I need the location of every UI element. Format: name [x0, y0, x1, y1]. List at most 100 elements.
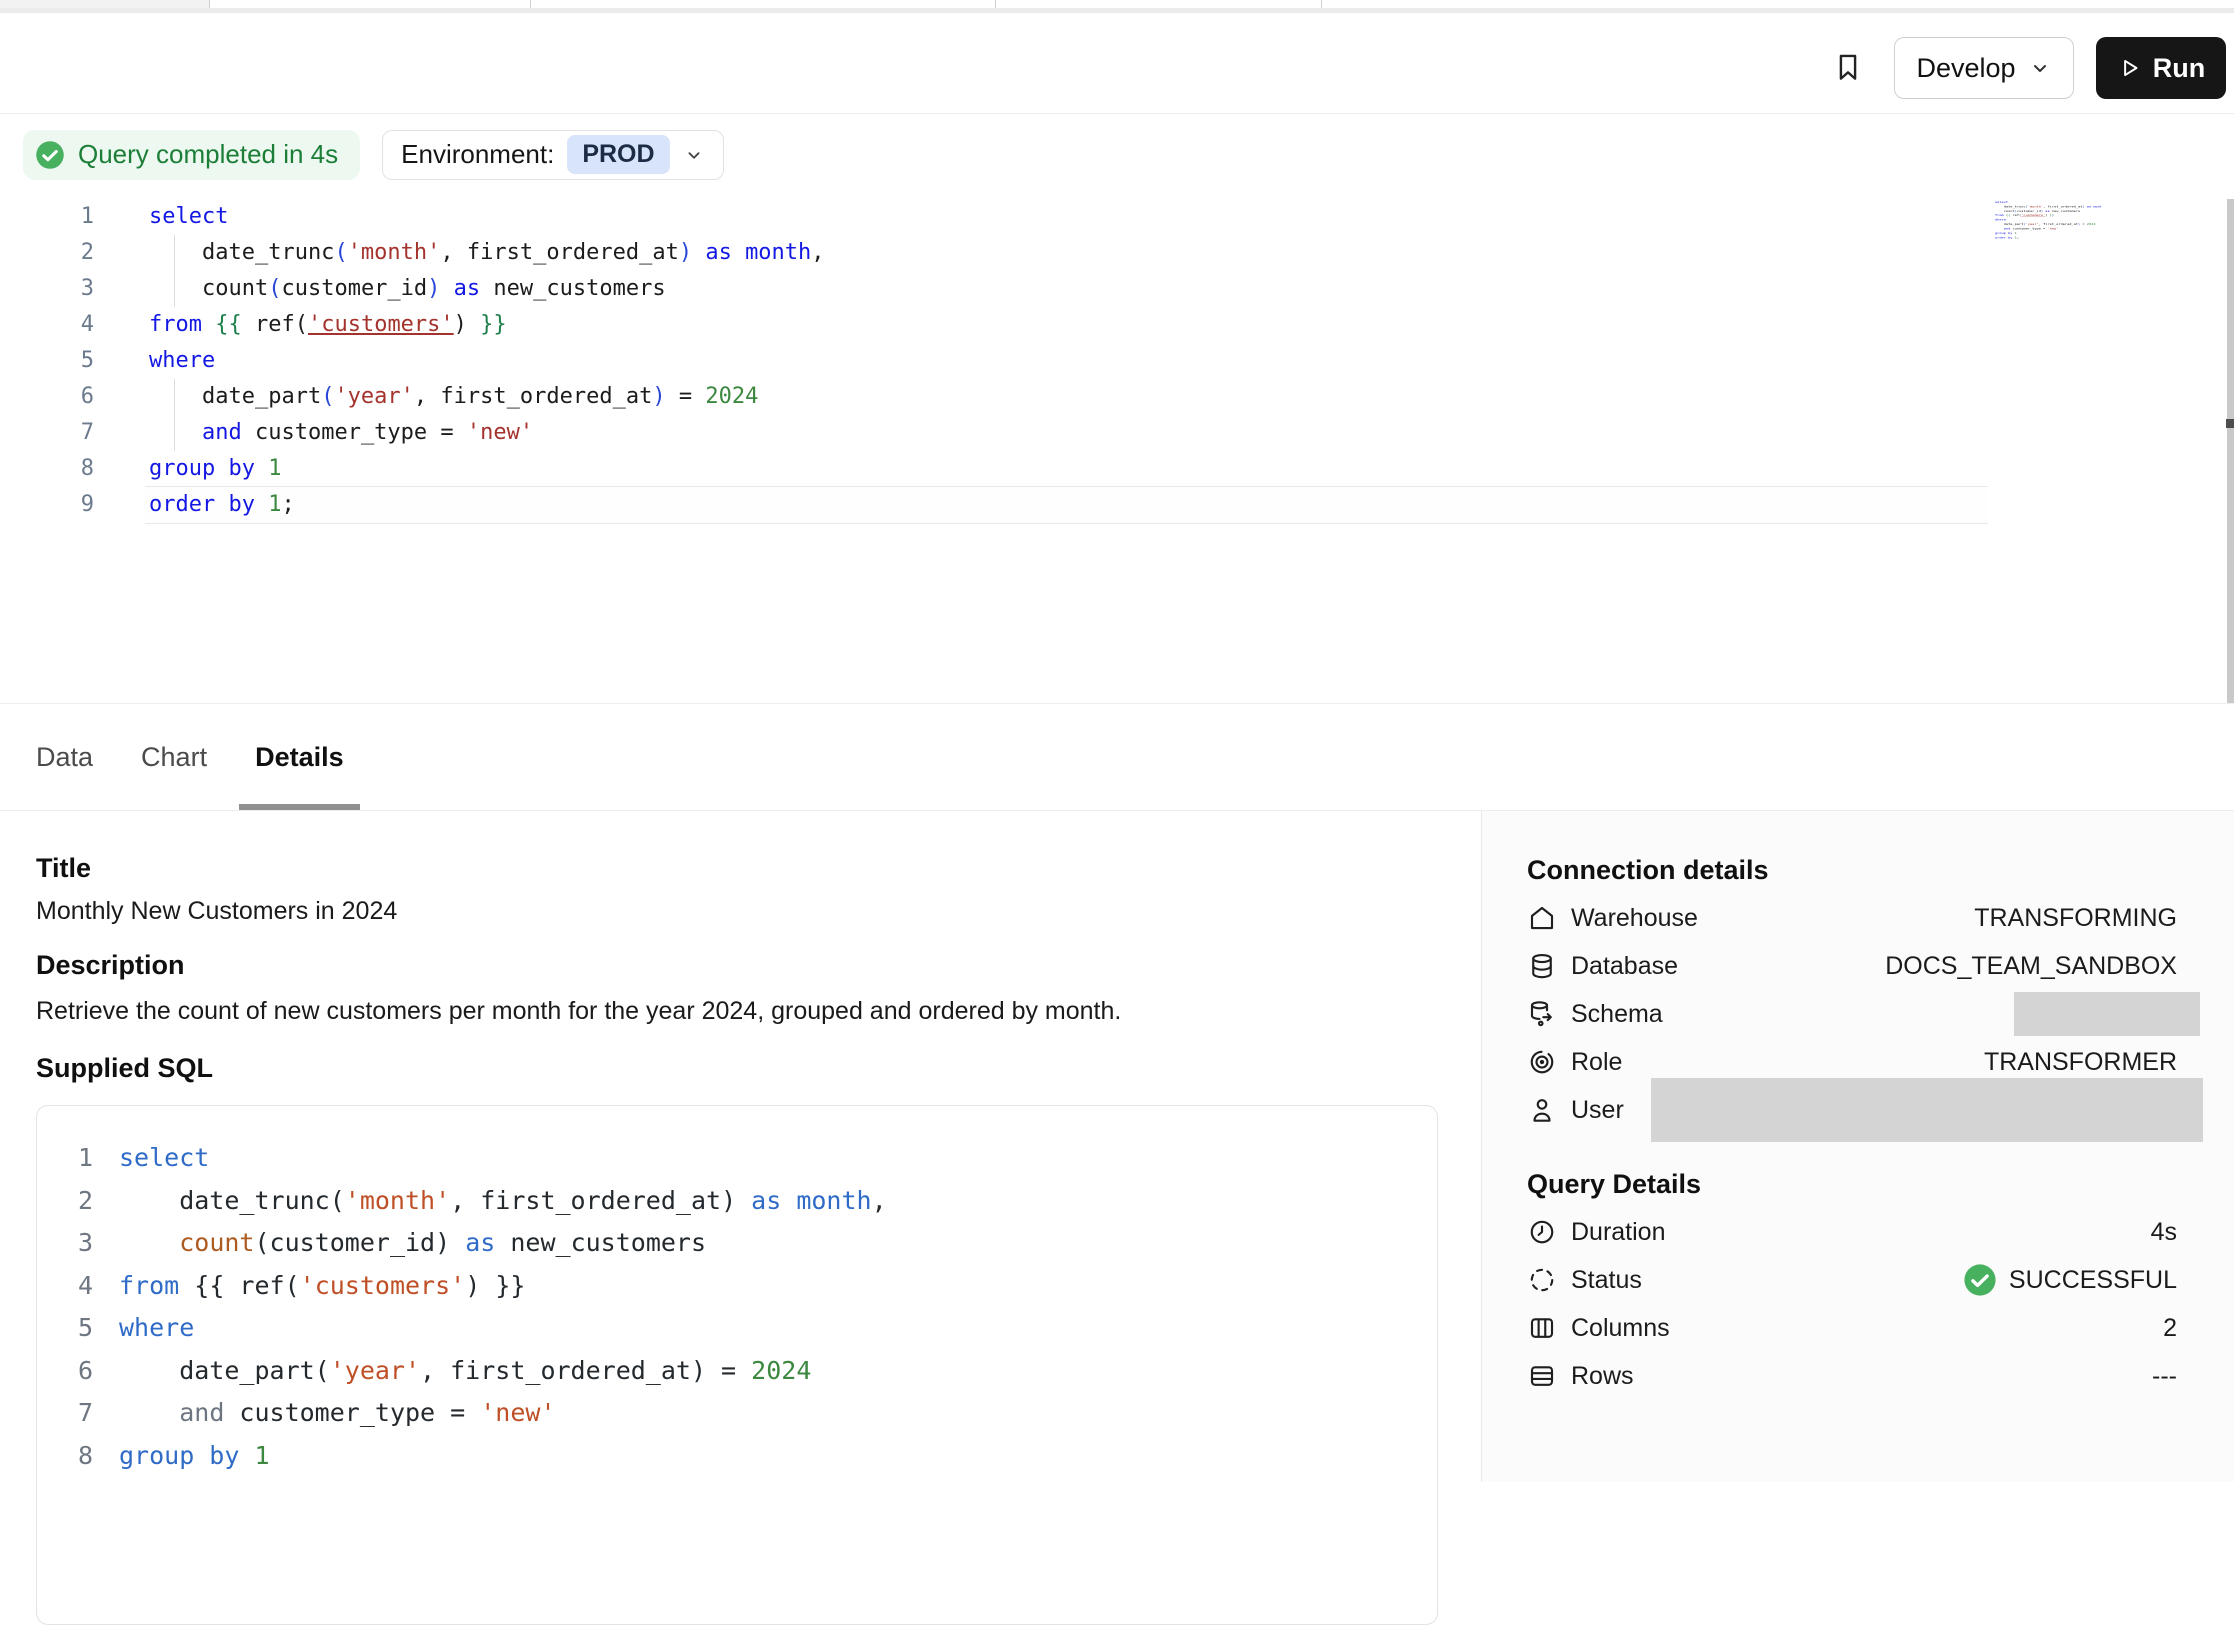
- run-label: Run: [2153, 53, 2205, 84]
- tab-separator: [995, 0, 996, 8]
- row-value-text: 2: [2163, 1314, 2177, 1343]
- line-number: 7: [61, 1392, 93, 1435]
- description-value: Retrieve the count of new customers per …: [36, 997, 1481, 1026]
- row-value: [1651, 1078, 2177, 1142]
- row-label: Database: [1571, 952, 1678, 981]
- code-line-7: 7 and customer_type = 'new': [61, 1392, 1437, 1435]
- sql-editor-code[interactable]: 1select2 date_trunc('month', first_order…: [0, 195, 2234, 523]
- line-number: 6: [61, 1350, 93, 1393]
- line-number: 7: [40, 415, 94, 451]
- toolbar: Develop Run: [0, 13, 2234, 114]
- query-status-bar: Query completed in 4s Environment: PROD: [0, 114, 2234, 195]
- editor-minimap[interactable]: 1select2 date_trunc('month', first_order…: [1995, 200, 2101, 244]
- code-line-1: 1select: [61, 1137, 1437, 1180]
- line-number: 5: [61, 1307, 93, 1350]
- detail-row-duration: Duration 4s: [1527, 1208, 2177, 1256]
- indent-guide: [174, 235, 175, 307]
- row-value-text: DOCS_TEAM_SANDBOX: [1885, 952, 2177, 981]
- row-label: Duration: [1571, 1218, 1666, 1247]
- line-number: 1: [61, 1137, 93, 1180]
- indent-guide: [174, 379, 175, 451]
- detail-row-schema: Schema: [1527, 990, 2177, 1038]
- supplied-sql-code-block: 1select2 date_trunc('month', first_order…: [36, 1105, 1438, 1625]
- detail-row-user: User: [1527, 1086, 2177, 1134]
- code-line-7: 7 and customer_type = 'new': [40, 415, 2234, 451]
- code-line-6: 6 date_part('year', first_ordered_at) = …: [61, 1350, 1437, 1393]
- query-details-rows: Duration 4s Status SUCCESSFUL Columns2 Rows --…: [1527, 1208, 2177, 1400]
- row-value-text: SUCCESSFUL: [2009, 1266, 2177, 1295]
- detail-row-rows: Rows ---: [1527, 1352, 2177, 1400]
- editor-scrollbar-cursor-marker: [2226, 419, 2234, 428]
- environment-label: Environment:: [401, 139, 554, 170]
- row-label: Role: [1571, 1048, 1622, 1077]
- line-number: 4: [61, 1265, 93, 1308]
- success-check-icon: [35, 140, 65, 170]
- sql-editor[interactable]: 1select2 date_trunc('month', first_order…: [0, 195, 2234, 703]
- row-value: DOCS_TEAM_SANDBOX: [1885, 952, 2177, 981]
- code-line-5: 5where: [40, 343, 2234, 379]
- database-icon: [1527, 951, 1557, 981]
- detail-row-columns: Columns2: [1527, 1304, 2177, 1352]
- connection-details-rows: Warehouse TRANSFORMING Database DOCS_TEAM_S…: [1527, 894, 2177, 1134]
- develop-label: Develop: [1916, 53, 2015, 84]
- line-number: 4: [40, 307, 94, 343]
- tab-chart[interactable]: Chart: [125, 704, 223, 810]
- code-line-3: 3 count(customer_id) as new_customers: [40, 271, 2234, 307]
- bookmark-icon[interactable]: [1828, 47, 1868, 87]
- row-label: Rows: [1571, 1362, 1634, 1391]
- run-button[interactable]: Run: [2096, 37, 2226, 99]
- tab-separator: [209, 0, 210, 8]
- row-value: SUCCESSFUL: [1963, 1263, 2177, 1297]
- line-number: 8: [61, 1435, 93, 1478]
- tab-details[interactable]: Details: [239, 704, 360, 810]
- row-value: TRANSFORMER: [1984, 1048, 2177, 1077]
- line-number: 3: [61, 1222, 93, 1265]
- line-number: 5: [40, 343, 94, 379]
- line-number: 6: [40, 379, 94, 415]
- role-icon: [1527, 1047, 1557, 1077]
- code-line-2: 2 date_trunc('month', first_ordered_at) …: [40, 235, 2234, 271]
- status-icon: [1527, 1265, 1557, 1295]
- query-status-pill: Query completed in 4s: [23, 130, 360, 180]
- row-label: Status: [1571, 1266, 1642, 1295]
- user-icon: [1527, 1095, 1557, 1125]
- line-number: 2: [40, 235, 94, 271]
- row-value: 4s: [2151, 1218, 2177, 1247]
- title-value: Monthly New Customers in 2024: [36, 897, 1481, 926]
- code-line-2: 2 date_trunc('month', first_ordered_at) …: [61, 1180, 1437, 1223]
- details-pane: Title Monthly New Customers in 2024 Desc…: [0, 811, 1481, 1482]
- columns-icon: [1527, 1313, 1557, 1343]
- code-line-1: 1select: [40, 199, 2234, 235]
- code-line-8: 8group by 1: [40, 451, 2234, 487]
- detail-row-database: Database DOCS_TEAM_SANDBOX: [1527, 942, 2177, 990]
- query-details-heading: Query Details: [1527, 1169, 2177, 1200]
- code-line-4: 4from {{ ref('customers') }}: [61, 1265, 1437, 1308]
- title-heading: Title: [36, 853, 1481, 884]
- row-label: User: [1571, 1096, 1624, 1125]
- row-value-text: TRANSFORMING: [1974, 904, 2177, 933]
- row-value: 2: [2163, 1314, 2177, 1343]
- line-number: 8: [40, 451, 94, 487]
- duration-icon: [1527, 1217, 1557, 1247]
- row-value: ---: [2152, 1362, 2177, 1391]
- redacted-value: [2014, 992, 2200, 1036]
- tab-separator: [530, 0, 531, 8]
- description-heading: Description: [36, 950, 1481, 981]
- code-line-5: 5where: [61, 1307, 1437, 1350]
- top-tab-segment: [0, 0, 209, 8]
- environment-selector[interactable]: Environment: PROD: [382, 130, 723, 180]
- detail-row-status: Status SUCCESSFUL: [1527, 1256, 2177, 1304]
- row-label: Warehouse: [1571, 904, 1698, 933]
- develop-dropdown-button[interactable]: Develop: [1894, 37, 2074, 99]
- row-value-text: ---: [2152, 1362, 2177, 1391]
- code-line-9: 9order by 1;: [1995, 235, 2101, 239]
- code-line-9: 9order by 1;: [40, 487, 2234, 523]
- environment-value-badge: PROD: [567, 135, 669, 174]
- tab-data[interactable]: Data: [20, 704, 109, 810]
- code-line-8: 8group by 1: [61, 1435, 1437, 1478]
- row-value: [2014, 992, 2177, 1036]
- tab-separator: [1321, 0, 1322, 8]
- results-tabbar: Data Chart Details: [0, 703, 2234, 811]
- editor-scrollbar[interactable]: [2227, 199, 2234, 703]
- row-value: TRANSFORMING: [1974, 904, 2177, 933]
